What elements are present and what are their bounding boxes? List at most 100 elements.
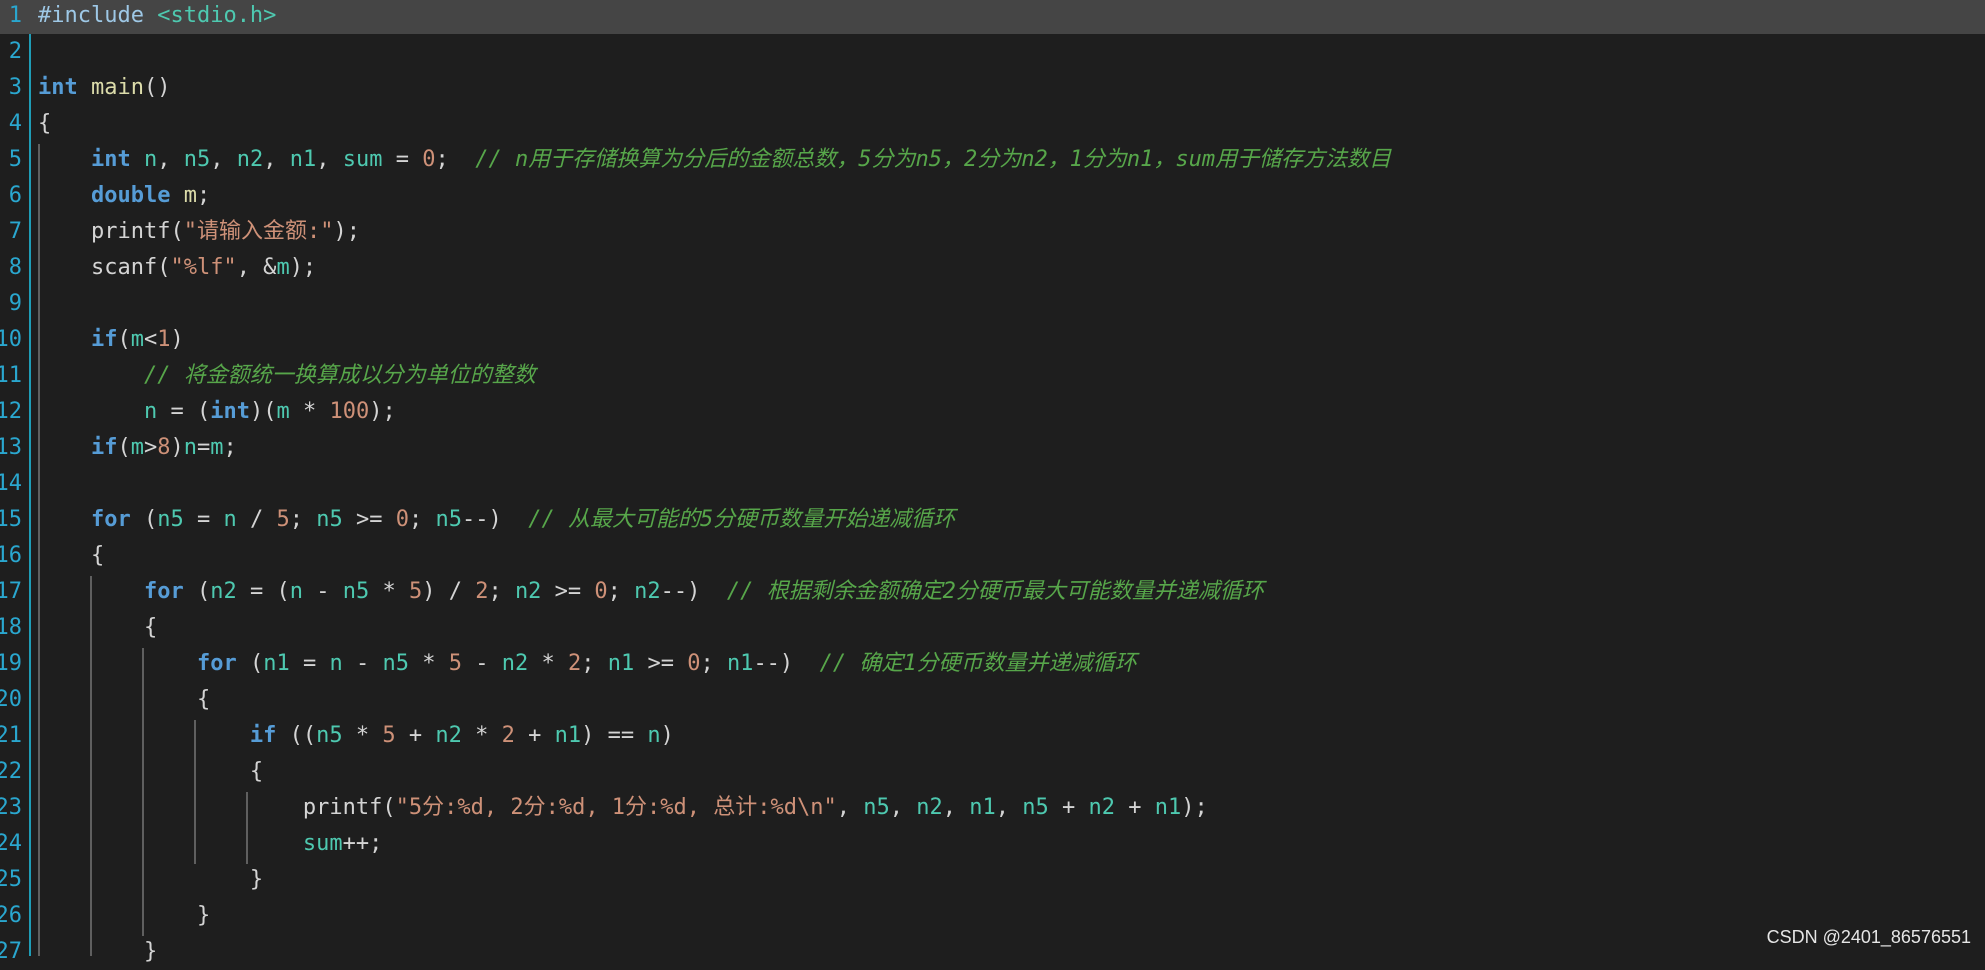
line-code[interactable]: printf("5分:%d, 2分:%d, 1分:%d, 总计:%d\n", n… [38, 790, 1208, 826]
line-code[interactable]: double m; [38, 178, 210, 214]
code-line[interactable]: 26 } [0, 898, 1985, 934]
code-token: int [38, 75, 78, 100]
code-token: m [130, 327, 144, 352]
line-code[interactable]: if(m>8)n=m; [38, 430, 237, 466]
code-token: n5 [382, 651, 409, 676]
code-token: 2 [567, 651, 582, 676]
code-token: / [236, 507, 277, 532]
code-line[interactable]: 18 { [0, 610, 1985, 646]
line-code[interactable]: } [38, 862, 263, 898]
code-token: n5 [435, 507, 462, 532]
code-token: 100 [329, 399, 370, 424]
code-line[interactable]: 12 n = (int)(m * 100); [0, 394, 1985, 430]
code-token: if [249, 723, 277, 748]
code-token: for [196, 651, 237, 676]
line-number: 18 [0, 615, 22, 640]
code-token: )( [249, 399, 277, 424]
code-token: + [1115, 795, 1155, 820]
code-line[interactable]: 5 int n, n5, n2, n1, sum = 0; // n用于存储换算… [0, 142, 1985, 178]
code-line[interactable]: 15 for (n5 = n / 5; n5 >= 0; n5--) // 从最… [0, 502, 1985, 538]
indent-guide [38, 144, 40, 956]
code-token: ; [408, 507, 436, 532]
line-code[interactable]: int n, n5, n2, n1, sum = 0; // n用于存储换算为分… [38, 142, 1391, 178]
line-number: 11 [0, 363, 22, 388]
line-code[interactable]: if(m<1) [38, 322, 184, 358]
line-code[interactable]: if ((n5 * 5 + n2 * 2 + n1) == n) [38, 718, 674, 754]
line-code[interactable]: for (n2 = (n - n5 * 5) / 2; n2 >= 0; n2-… [38, 574, 1264, 610]
code-line[interactable]: 25 } [0, 862, 1985, 898]
code-line[interactable]: 8 scanf("%lf", &m); [0, 250, 1985, 286]
line-code[interactable]: printf("请输入金额:"); [38, 214, 360, 250]
code-token: n2 [1088, 795, 1116, 820]
code-line[interactable]: 7 printf("请输入金额:"); [0, 214, 1985, 250]
code-line[interactable]: 20 { [0, 682, 1985, 718]
line-code[interactable]: #include <stdio.h> [38, 0, 276, 34]
code-line[interactable]: 14 [0, 466, 1985, 502]
code-token: ; [607, 579, 635, 604]
code-line[interactable]: 1 #include <stdio.h> [0, 0, 1985, 34]
code-token: m [183, 183, 197, 208]
watermark-text: CSDN @2401_86576551 [1766, 927, 1971, 947]
code-token: ); [1181, 795, 1208, 820]
line-code[interactable]: n = (int)(m * 100); [38, 394, 396, 430]
line-code[interactable]: { [38, 682, 210, 718]
line-code[interactable]: int main() [38, 70, 170, 106]
code-line[interactable]: 24 sum++; [0, 826, 1985, 862]
code-line[interactable]: 21 if ((n5 * 5 + n2 * 2 + n1) == n) [0, 718, 1985, 754]
code-editor[interactable]: 1 #include <stdio.h> 2 3 int main() 4{5 int n… [0, 0, 1985, 964]
line-code[interactable]: { [38, 538, 104, 574]
code-token: m [130, 435, 144, 460]
code-line[interactable]: 17 for (n2 = (n - n5 * 5) / 2; n2 >= 0; … [0, 574, 1985, 610]
code-token: n [289, 579, 303, 604]
code-line[interactable]: 19 for (n1 = n - n5 * 5 - n2 * 2; n1 >= … [0, 646, 1985, 682]
code-token: --) [461, 507, 529, 532]
code-token: ; [581, 651, 608, 676]
code-token: 5 [276, 507, 290, 532]
line-code[interactable]: for (n1 = n - n5 * 5 - n2 * 2; n1 >= 0; … [38, 646, 1137, 682]
code-token: 8 [157, 435, 171, 460]
line-code[interactable]: { [38, 106, 51, 142]
code-token: int [210, 399, 250, 424]
code-token: { [38, 687, 211, 712]
code-token: ( [130, 507, 158, 532]
code-token: ; [435, 147, 476, 172]
line-code[interactable]: { [38, 754, 263, 790]
code-token: sum [342, 147, 383, 172]
code-line[interactable]: 16 { [0, 538, 1985, 574]
line-code[interactable]: { [38, 610, 157, 646]
code-token: n [143, 399, 158, 424]
code-token: = [196, 435, 211, 460]
code-line[interactable]: 4{ [0, 106, 1985, 142]
code-line[interactable]: 11 // 将金额统一换算成以分为单位的整数 [0, 358, 1985, 394]
code-token: n2 [514, 579, 542, 604]
line-code[interactable]: // 将金额统一换算成以分为单位的整数 [38, 358, 536, 394]
code-line[interactable]: 3 int main() [0, 70, 1985, 106]
code-line[interactable]: 23 printf("5分:%d, 2分:%d, 1分:%d, 总计:%d\n"… [0, 790, 1985, 826]
code-token: + [514, 723, 555, 748]
code-line[interactable]: 13 if(m>8)n=m; [0, 430, 1985, 466]
code-token: printf( [38, 219, 184, 244]
code-token: 5 [448, 651, 462, 676]
code-token: 0 [422, 147, 436, 172]
line-code[interactable]: scanf("%lf", &m); [38, 250, 316, 286]
code-line[interactable]: 6 double m; [0, 178, 1985, 214]
code-token: n1 [726, 651, 754, 676]
line-code[interactable]: } [38, 898, 210, 934]
code-token: for [90, 507, 131, 532]
code-line[interactable]: 9 [0, 286, 1985, 322]
code-token: n [647, 723, 661, 748]
code-token: , [995, 795, 1023, 820]
code-token: 5 [382, 723, 396, 748]
line-code[interactable]: } [38, 934, 157, 970]
code-line[interactable]: 2 [0, 34, 1985, 70]
line-code[interactable]: for (n5 = n / 5; n5 >= 0; n5--) // 从最大可能… [38, 502, 955, 538]
line-number: 26 [0, 903, 22, 928]
code-line[interactable]: 10 if(m<1) [0, 322, 1985, 358]
code-token: n2 [435, 723, 462, 748]
code-token: , [889, 795, 917, 820]
code-line[interactable]: 27 } [0, 934, 1985, 970]
code-line[interactable]: 22 { [0, 754, 1985, 790]
